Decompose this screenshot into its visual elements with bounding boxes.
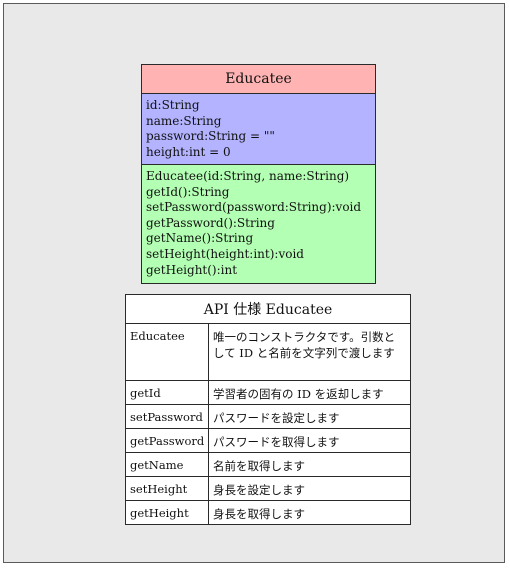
- method-name-cell: getId: [126, 381, 209, 404]
- uml-operation: setPassword(password:String):void: [146, 200, 362, 215]
- method-description-cell: 名前を取得します: [213, 459, 305, 473]
- uml-operations-compartment: Educatee(id:String, name:String) getId()…: [142, 165, 375, 283]
- method-description-cell: パスワードを取得します: [213, 435, 340, 449]
- method-description-cell: 身長を設定します: [213, 483, 305, 497]
- table-row: getPassword パスワードを取得します: [126, 429, 410, 453]
- method-description-cell: 身長を取得します: [213, 507, 305, 521]
- table-row: getName 名前を取得します: [126, 453, 410, 477]
- method-name-cell: setHeight: [126, 477, 209, 500]
- api-spec-title: API 仕様 Educatee: [126, 295, 410, 324]
- uml-operation: getId():String: [146, 184, 230, 199]
- table-row: Educatee 唯一のコンストラクタです。引数として ID と名前を文字列で渡…: [126, 324, 410, 381]
- table-row: setPassword パスワードを設定します: [126, 405, 410, 429]
- method-name-cell: getPassword: [126, 429, 209, 452]
- method-description-cell: 唯一のコンストラクタです。引数として ID と名前を文字列で渡します: [213, 330, 396, 360]
- uml-attribute: id:String: [146, 98, 200, 112]
- method-name-cell: setPassword: [126, 405, 209, 428]
- method-name-cell: getHeight: [126, 501, 209, 525]
- uml-class-box: Educatee id:String name:String password:…: [141, 64, 376, 284]
- table-row: getId 学習者の固有の ID を返却します: [126, 381, 410, 405]
- table-row: setHeight 身長を設定します: [126, 477, 410, 501]
- uml-operation: getHeight():int: [146, 262, 238, 277]
- method-description-cell: 学習者の固有の ID を返却します: [213, 387, 384, 401]
- uml-operation: Educatee(id:String, name:String): [146, 169, 350, 183]
- uml-operation: setHeight(height:int):void: [146, 246, 304, 261]
- table-row: getHeight 身長を取得します: [126, 501, 410, 525]
- uml-attribute: password:String = "": [146, 129, 275, 144]
- uml-class-name: Educatee: [142, 65, 375, 94]
- uml-attributes-compartment: id:String name:String password:String = …: [142, 94, 375, 165]
- uml-attribute: height:int = 0: [146, 144, 231, 159]
- method-description-cell: パスワードを設定します: [213, 411, 340, 425]
- api-spec-table: API 仕様 Educatee Educatee 唯一のコンストラクタです。引数…: [125, 294, 411, 525]
- method-name-cell: Educatee: [126, 324, 209, 380]
- diagram-frame: Educatee id:String name:String password:…: [3, 3, 505, 563]
- uml-operation: getName():String: [146, 231, 254, 246]
- uml-operation: getPassword():String: [146, 215, 275, 230]
- method-name-cell: getName: [126, 453, 209, 476]
- uml-attribute: name:String: [146, 113, 222, 128]
